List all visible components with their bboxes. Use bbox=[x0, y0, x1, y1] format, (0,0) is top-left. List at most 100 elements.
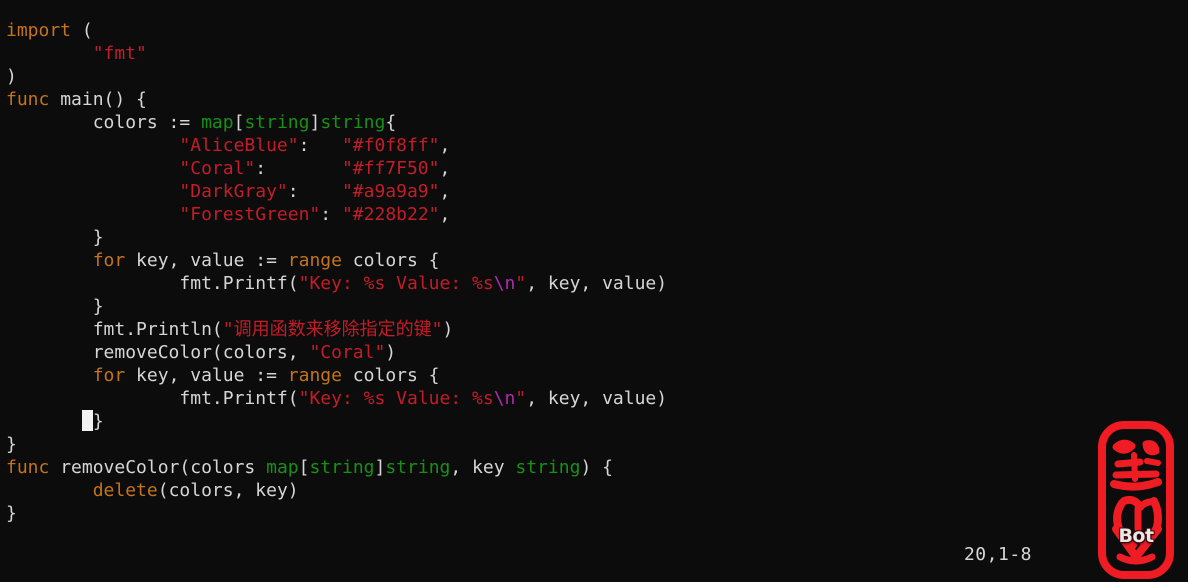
code-token: (colors, key) bbox=[157, 480, 299, 501]
seal-stamp-icon bbox=[1098, 421, 1174, 579]
code-line[interactable]: } bbox=[0, 295, 1188, 318]
code-token: "ForestGreen" bbox=[179, 204, 321, 225]
code-token: ( bbox=[71, 20, 93, 41]
code-token: , bbox=[439, 204, 451, 225]
code-token: ) bbox=[385, 342, 397, 363]
code-token: } bbox=[6, 503, 17, 524]
code-token: } bbox=[6, 296, 104, 317]
code-token: key, value := bbox=[125, 365, 288, 386]
code-token: string bbox=[320, 112, 386, 133]
code-token: ] bbox=[309, 112, 321, 133]
code-token: "#ff7F50" bbox=[341, 158, 440, 179]
code-token: [ bbox=[233, 112, 245, 133]
code-token: , bbox=[439, 135, 451, 156]
code-token: map bbox=[201, 112, 234, 133]
code-token: colors := bbox=[6, 112, 202, 133]
code-token: "Key: %s Value: %s bbox=[298, 273, 494, 294]
code-line[interactable]: import ( bbox=[0, 19, 1188, 42]
code-line[interactable]: "fmt" bbox=[0, 42, 1188, 65]
code-token: main() { bbox=[49, 89, 147, 110]
status-ruler: 20,1-8 bbox=[963, 544, 1032, 565]
code-line[interactable]: } bbox=[0, 410, 1188, 433]
code-token: "AliceBlue" bbox=[179, 135, 299, 156]
code-token: colors { bbox=[341, 365, 440, 386]
terminal-screen: import ( "fmt") func main() { colors := m… bbox=[0, 0, 1188, 582]
code-token: for bbox=[92, 250, 126, 271]
code-token: "fmt" bbox=[92, 43, 147, 64]
code-line[interactable]: fmt.Printf("Key: %s Value: %s\n", key, v… bbox=[0, 272, 1188, 295]
code-token: "DarkGray" bbox=[179, 181, 288, 202]
code-token: fmt.Printf( bbox=[6, 388, 299, 409]
code-token: ] bbox=[374, 457, 386, 478]
code-token: ) bbox=[442, 319, 454, 340]
code-token: "#a9a9a9" bbox=[341, 181, 440, 202]
code-token: [ bbox=[298, 457, 310, 478]
code-token: " bbox=[515, 273, 527, 294]
code-token: func bbox=[6, 457, 50, 478]
code-line[interactable]: fmt.Printf("Key: %s Value: %s\n", key, v… bbox=[0, 387, 1188, 410]
code-line[interactable]: "AliceBlue": "#f0f8ff", bbox=[0, 134, 1188, 157]
code-token: } bbox=[6, 227, 104, 248]
code-token: } bbox=[92, 411, 104, 432]
code-token: \n bbox=[493, 273, 516, 294]
code-token: "Coral" bbox=[179, 158, 256, 179]
code-token: func bbox=[6, 89, 50, 110]
code-token: removeColor(colors, bbox=[6, 342, 310, 363]
code-line[interactable]: "Coral": "#ff7F50", bbox=[0, 157, 1188, 180]
code-token: string bbox=[385, 457, 451, 478]
code-line[interactable]: removeColor(colors, "Coral") bbox=[0, 341, 1188, 364]
code-token: range bbox=[287, 365, 342, 386]
code-token: "Key: %s Value: %s bbox=[298, 388, 494, 409]
code-line[interactable]: colors := map[string]string{ bbox=[0, 111, 1188, 134]
code-token: "Coral" bbox=[309, 342, 386, 363]
code-line[interactable]: func removeColor(colors map[string]strin… bbox=[0, 456, 1188, 479]
code-line[interactable]: } bbox=[0, 502, 1188, 525]
code-token: key, value := bbox=[125, 250, 288, 271]
code-token: import bbox=[6, 20, 72, 41]
code-token: , key, value) bbox=[526, 388, 668, 409]
code-token: map bbox=[266, 457, 299, 478]
code-token: "#228b22" bbox=[341, 204, 440, 225]
code-token: , key, value) bbox=[526, 273, 668, 294]
code-line[interactable]: func main() { bbox=[0, 88, 1188, 111]
code-token: " bbox=[515, 388, 527, 409]
code-token: "#f0f8ff" bbox=[341, 135, 440, 156]
text-cursor bbox=[81, 410, 93, 431]
code-line[interactable]: fmt.Println("调用函数来移除指定的键") bbox=[0, 318, 1188, 341]
code-token: removeColor(colors bbox=[49, 457, 267, 478]
code-line[interactable]: } bbox=[0, 226, 1188, 249]
code-token: \n bbox=[493, 388, 516, 409]
code-line[interactable]: for key, value := range colors { bbox=[0, 249, 1188, 272]
code-token: string bbox=[515, 457, 581, 478]
code-token: { bbox=[385, 112, 397, 133]
code-line[interactable]: "ForestGreen": "#228b22", bbox=[0, 203, 1188, 226]
code-token: range bbox=[287, 250, 342, 271]
code-token: fmt.Printf( bbox=[6, 273, 299, 294]
code-line[interactable]: ) bbox=[0, 65, 1188, 88]
code-token: delete bbox=[92, 480, 158, 501]
watermark-label: Bot bbox=[1118, 525, 1154, 547]
code-buffer[interactable]: import ( "fmt") func main() { colors := m… bbox=[0, 19, 1188, 525]
code-line[interactable]: delete(colors, key) bbox=[0, 479, 1188, 502]
code-token: , bbox=[439, 181, 451, 202]
code-token: colors { bbox=[341, 250, 440, 271]
code-token: } bbox=[6, 434, 17, 455]
code-line[interactable]: } bbox=[0, 433, 1188, 456]
code-token: string bbox=[309, 457, 375, 478]
code-token: : bbox=[320, 204, 342, 225]
code-token: fmt.Println( bbox=[6, 319, 223, 340]
code-line[interactable]: for key, value := range colors { bbox=[0, 364, 1188, 387]
code-token: "调用函数来移除指定的键" bbox=[222, 319, 443, 340]
code-line[interactable]: "DarkGray": "#a9a9a9", bbox=[0, 180, 1188, 203]
code-token: string bbox=[244, 112, 310, 133]
bot-watermark-stamp: Bot bbox=[1094, 417, 1178, 582]
